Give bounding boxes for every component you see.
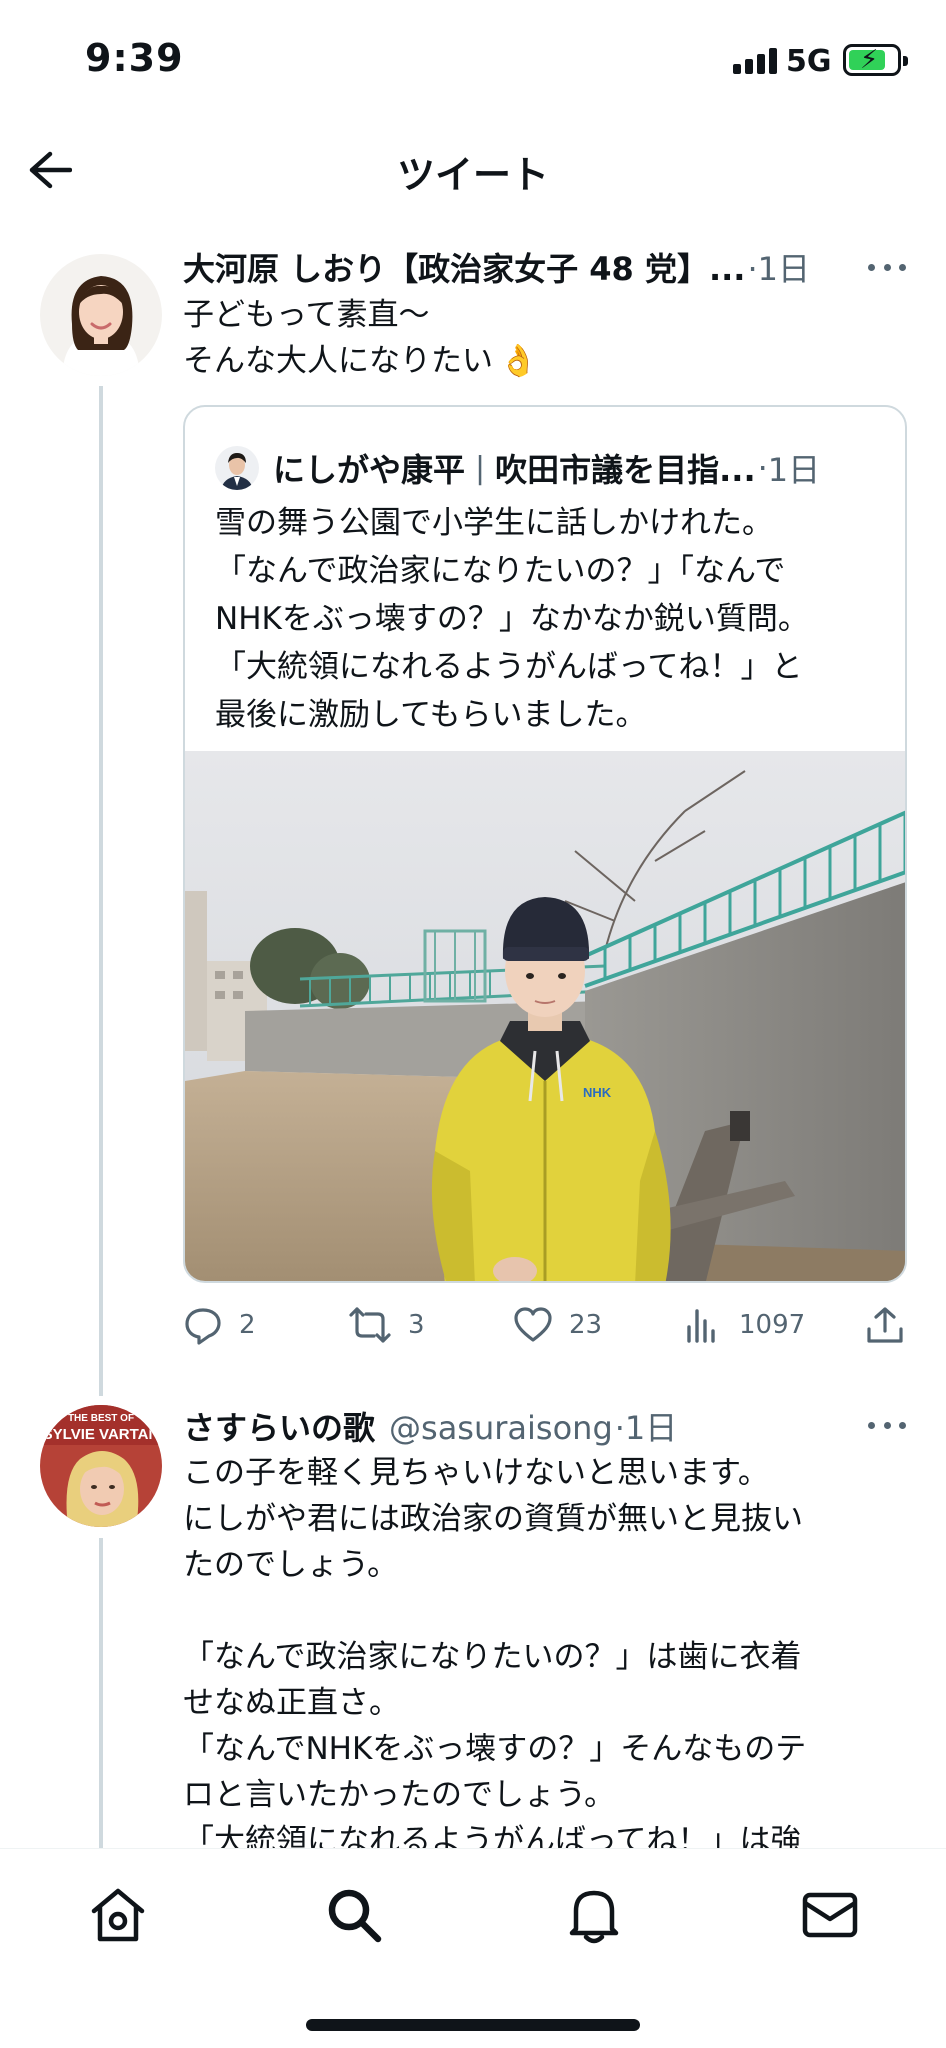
quote-photo[interactable]: NHK xyxy=(185,751,905,1281)
mail-icon xyxy=(802,1892,858,1938)
reply-button[interactable]: 2 xyxy=(183,1300,256,1350)
view-count: 1097 xyxy=(739,1310,806,1340)
status-bar: 9:39 5G ⚡ xyxy=(0,0,946,120)
author-name[interactable]: 大河原 しおり【政治家女子 48 党】... xyxy=(183,244,745,290)
quote-header: にしがや康平 | 吹田市議を目指... · 1日 xyxy=(215,445,820,491)
quote-time-separator: · xyxy=(757,449,768,487)
tweet-body: 子どもって素直〜 そんな大人になりたい xyxy=(183,297,493,379)
battery-icon: ⚡ xyxy=(843,44,908,76)
more-dots-icon[interactable] xyxy=(862,1410,912,1440)
page-title: ツイート xyxy=(396,153,549,197)
home-icon xyxy=(91,1888,145,1942)
like-button[interactable]: 23 xyxy=(513,1300,602,1350)
name-separator: | xyxy=(475,450,486,486)
retweet-button[interactable]: 3 xyxy=(348,1300,425,1350)
reply-tweet-header: さすらいの歌 @sasuraisong · 1日 xyxy=(183,1403,843,1449)
time-separator: · xyxy=(747,250,758,288)
author-avatar[interactable] xyxy=(40,254,162,376)
main-tweet-header: 大河原 しおり【政治家女子 48 党】... · 1日 xyxy=(183,244,843,290)
heart-icon xyxy=(514,1307,552,1342)
retweet-count: 3 xyxy=(408,1310,425,1340)
nav-notifications[interactable] xyxy=(562,1883,626,1947)
signal-icon xyxy=(733,48,777,74)
reply-author-name[interactable]: さすらいの歌 xyxy=(183,1403,375,1449)
reply-time[interactable]: 1日 xyxy=(625,1403,677,1449)
nav-search[interactable] xyxy=(322,1883,386,1947)
quote-time: 1日 xyxy=(767,451,821,489)
network-type: 5G xyxy=(786,44,832,79)
ok-hand-emoji: 👌 xyxy=(499,343,538,379)
share-icon xyxy=(867,1307,903,1343)
jacket-logo: NHK xyxy=(583,1085,612,1100)
analytics-icon xyxy=(687,1309,715,1343)
reply-text: この子を軽く見ちゃいけないと思います。 にしがや君には政治家の資質が無いと見抜い… xyxy=(183,1455,807,1848)
quote-author-avatar xyxy=(215,446,259,490)
avatar-artist-text: SYLVIE VARTAN xyxy=(43,1426,160,1443)
avatar-album-text: THE BEST OF xyxy=(68,1413,134,1424)
quote-text: 雪の舞う公園で小学生に話しかけれた。 「なんで政治家になりたいの？」「なんで N… xyxy=(215,505,809,733)
like-count: 23 xyxy=(569,1310,603,1340)
status-time: 9:39 xyxy=(85,36,184,80)
quote-author-bio: 吹田市議を目指... xyxy=(495,451,756,489)
tweet-time[interactable]: 1日 xyxy=(758,244,810,290)
quote-author-name: にしがや康平 xyxy=(273,451,466,489)
reply-author-handle[interactable]: @sasuraisong xyxy=(389,1409,613,1447)
retweet-icon xyxy=(349,1307,391,1343)
more-dots-icon[interactable] xyxy=(862,252,912,282)
tweet-actions: 2 3 23 1097 xyxy=(183,1300,907,1350)
comment-icon xyxy=(185,1308,221,1345)
bottom-nav xyxy=(0,1848,946,2048)
reply-count: 2 xyxy=(239,1310,256,1340)
reply-time-separator: · xyxy=(614,1409,625,1447)
top-header: ツイート xyxy=(0,120,946,220)
reply-author-avatar[interactable]: THE BEST OF SYLVIE VARTAN xyxy=(40,1405,162,1527)
home-indicator xyxy=(306,2019,640,2031)
quoted-tweet[interactable]: にしがや康平 | 吹田市議を目指... · 1日 雪の舞う公園で小学生に話しかけ… xyxy=(183,405,907,1283)
thread-line xyxy=(99,1538,103,1848)
views-button[interactable]: 1097 xyxy=(683,1300,805,1350)
search-icon xyxy=(328,1889,382,1943)
share-button[interactable] xyxy=(865,1300,905,1350)
tweet-text: 子どもって素直〜 そんな大人になりたい 👌 xyxy=(183,292,883,384)
nav-messages[interactable] xyxy=(798,1883,862,1947)
bell-icon xyxy=(569,1890,619,1944)
thread-line xyxy=(99,386,103,1396)
nav-home[interactable] xyxy=(86,1883,150,1947)
